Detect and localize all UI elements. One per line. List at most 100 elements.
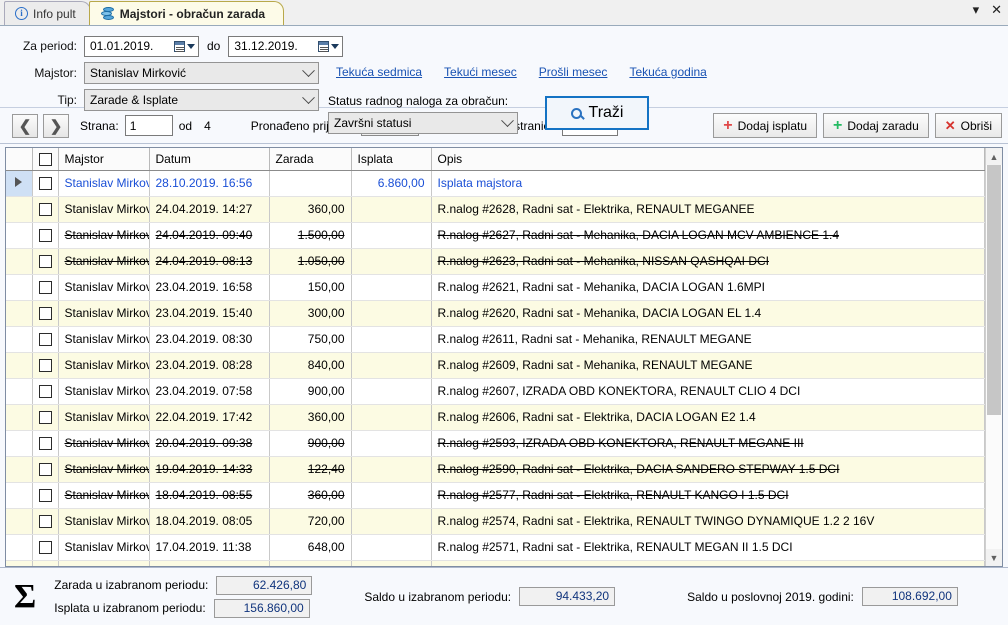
cell-zarada[interactable]: 720,00 xyxy=(269,560,352,566)
cell-datum[interactable]: 23.04.2019. 08:30 xyxy=(149,326,270,353)
table-row[interactable]: Stanislav Mirković16.04.2019. 09:43720,0… xyxy=(6,560,985,566)
row-checkbox-cell[interactable] xyxy=(32,378,59,405)
cell-zarada[interactable]: 840,00 xyxy=(269,352,352,379)
cell-majstor[interactable]: Stanislav Mirković xyxy=(58,222,150,249)
cell-zarada[interactable]: 360,00 xyxy=(269,196,352,223)
cell-opis[interactable]: R.nalog #2609, Radni sat - Mehanika, REN… xyxy=(431,352,985,379)
row-checkbox[interactable] xyxy=(38,489,52,503)
cell-opis[interactable]: R.nalog #2606, Radni sat - Elektrika, DA… xyxy=(431,404,985,431)
row-indicator-cell[interactable] xyxy=(6,222,33,249)
row-checkbox-cell[interactable] xyxy=(32,560,59,566)
cell-zarada[interactable]: 900,00 xyxy=(269,430,352,457)
cell-zarada[interactable]: 1.050,00 xyxy=(269,248,352,275)
cell-isplata[interactable] xyxy=(351,274,432,301)
cell-zarada[interactable]: 900,00 xyxy=(269,378,352,405)
cell-datum[interactable]: 16.04.2019. 09:43 xyxy=(149,560,270,566)
row-checkbox-cell[interactable] xyxy=(32,326,59,353)
link-tekuca-sedmica[interactable]: Tekuća sedmica xyxy=(336,65,422,79)
window-menu-dropdown-icon[interactable]: ▾ xyxy=(973,3,980,17)
row-indicator-cell[interactable] xyxy=(6,404,33,431)
table-row[interactable]: Stanislav Mirković 18.04.2019. 08:55 360,0… xyxy=(6,482,985,509)
prev-page-button[interactable]: ❮ xyxy=(12,113,38,138)
row-indicator-cell[interactable] xyxy=(6,482,33,509)
cell-isplata[interactable] xyxy=(351,430,432,457)
row-checkbox-cell[interactable] xyxy=(32,352,59,379)
next-page-button[interactable]: ❯ xyxy=(43,113,69,138)
row-indicator-cell[interactable] xyxy=(6,170,33,197)
row-indicator-cell[interactable] xyxy=(6,560,33,566)
date-from-field[interactable]: 01.01.2019. xyxy=(84,35,199,57)
cell-isplata[interactable] xyxy=(351,404,432,431)
table-row[interactable]: Stanislav Mirković 23.04.2019. 08:28 840,0… xyxy=(6,352,985,379)
row-checkbox-cell[interactable] xyxy=(32,508,59,535)
calendar-icon[interactable] xyxy=(318,40,330,52)
row-checkbox[interactable] xyxy=(38,177,52,191)
header-zarada[interactable]: Zarada xyxy=(269,148,352,171)
row-indicator-cell[interactable] xyxy=(6,326,33,353)
table-row[interactable]: Stanislav Mirković 23.04.2019. 16:58 150,0… xyxy=(6,274,985,301)
table-row[interactable]: Stanislav Mirković 23.04.2019. 07:58 900,0… xyxy=(6,378,985,405)
cell-opis[interactable]: R.nalog #2620, Radni sat - Mehanika, DAC… xyxy=(431,300,985,327)
date-to-icons[interactable] xyxy=(318,40,340,52)
cell-zarada[interactable]: 360,00 xyxy=(269,404,352,431)
cell-opis[interactable]: R.nalog #2593, IZRADA OBD KONEKTORA, REN… xyxy=(431,430,985,457)
tip-select[interactable]: Zarade & Isplate xyxy=(84,89,319,111)
cell-isplata[interactable] xyxy=(351,508,432,535)
cell-opis[interactable]: R.nalog #2628, Radni sat - Elektrika, RE… xyxy=(431,196,985,223)
cell-opis[interactable]: R.nalog #2627, Radni sat - Mehanika, DAC… xyxy=(431,222,985,249)
date-to-field[interactable]: 31.12.2019. xyxy=(228,35,344,57)
row-checkbox[interactable] xyxy=(38,359,52,373)
chevron-down-icon[interactable] xyxy=(187,43,195,49)
table-row[interactable]: Stanislav Mirković 24.04.2019. 14:27 360,0… xyxy=(6,196,985,223)
cell-majstor[interactable]: Stanislav Mirković xyxy=(58,300,150,327)
table-row[interactable]: Stanislav Mirković 24.04.2019. 08:13 1.050… xyxy=(6,248,985,275)
row-checkbox-cell[interactable] xyxy=(32,430,59,457)
row-indicator-cell[interactable] xyxy=(6,274,33,301)
link-tekuci-mesec[interactable]: Tekući mesec xyxy=(444,65,517,79)
row-checkbox[interactable] xyxy=(38,411,52,425)
row-checkbox[interactable] xyxy=(38,281,52,295)
row-checkbox[interactable] xyxy=(38,437,52,451)
cell-datum[interactable]: 23.04.2019. 07:58 xyxy=(149,378,270,405)
cell-majstor[interactable]: Stanislav Mirković xyxy=(58,196,150,223)
add-earning-button[interactable]: + Dodaj zaradu xyxy=(823,113,929,138)
row-checkbox[interactable] xyxy=(38,515,52,529)
table-row[interactable]: Stanislav Mirković 23.04.2019. 08:30 750,0… xyxy=(6,326,985,353)
cell-datum[interactable]: 24.04.2019. 09:40 xyxy=(149,222,270,249)
cell-isplata[interactable] xyxy=(351,222,432,249)
cell-isplata[interactable] xyxy=(351,378,432,405)
header-majstor[interactable]: Majstor xyxy=(58,148,150,171)
row-checkbox-cell[interactable] xyxy=(32,274,59,301)
cell-isplata[interactable]: 6.860,00 xyxy=(351,170,432,197)
cell-isplata[interactable] xyxy=(351,534,432,561)
calendar-icon[interactable] xyxy=(174,40,185,52)
row-checkbox-cell[interactable] xyxy=(32,300,59,327)
cell-majstor[interactable]: Stanislav Mirković xyxy=(58,560,150,566)
row-checkbox-cell[interactable] xyxy=(32,482,59,509)
cell-majstor[interactable]: Stanislav Mirković xyxy=(58,378,150,405)
row-checkbox[interactable] xyxy=(38,255,52,269)
row-checkbox-cell[interactable] xyxy=(32,456,59,483)
row-indicator-cell[interactable] xyxy=(6,456,33,483)
tab-majstori-obracun-zarada[interactable]: Majstori - obračun zarada xyxy=(88,1,285,25)
cell-majstor[interactable]: Stanislav Mirković xyxy=(58,508,150,535)
cell-opis[interactable]: R.nalog #2607, IZRADA OBD KONEKTORA, REN… xyxy=(431,378,985,405)
row-checkbox-cell[interactable] xyxy=(32,248,59,275)
row-checkbox-cell[interactable] xyxy=(32,404,59,431)
cell-majstor[interactable]: Stanislav Mirković xyxy=(58,352,150,379)
cell-zarada[interactable] xyxy=(269,170,352,197)
chevron-down-icon[interactable] xyxy=(331,43,340,49)
row-indicator-cell[interactable] xyxy=(6,196,33,223)
cell-majstor[interactable]: Stanislav Mirković xyxy=(58,404,150,431)
table-row[interactable]: Stanislav Mirković 20.04.2019. 09:38 900,0… xyxy=(6,430,985,457)
cell-opis[interactable]: R.nalog #2590, Radni sat - Elektrika, DA… xyxy=(431,456,985,483)
cell-datum[interactable]: 17.04.2019. 11:38 xyxy=(149,534,270,561)
scroll-down-icon[interactable]: ▼ xyxy=(986,549,1002,566)
row-indicator-cell[interactable] xyxy=(6,248,33,275)
row-indicator-cell[interactable] xyxy=(6,378,33,405)
cell-zarada[interactable]: 122,40 xyxy=(269,456,352,483)
cell-zarada[interactable]: 720,00 xyxy=(269,508,352,535)
scroll-up-icon[interactable]: ▲ xyxy=(986,148,1002,165)
tab-info-pult[interactable]: i Info pult xyxy=(4,1,91,25)
cell-opis[interactable]: Isplata majstora xyxy=(431,170,985,197)
